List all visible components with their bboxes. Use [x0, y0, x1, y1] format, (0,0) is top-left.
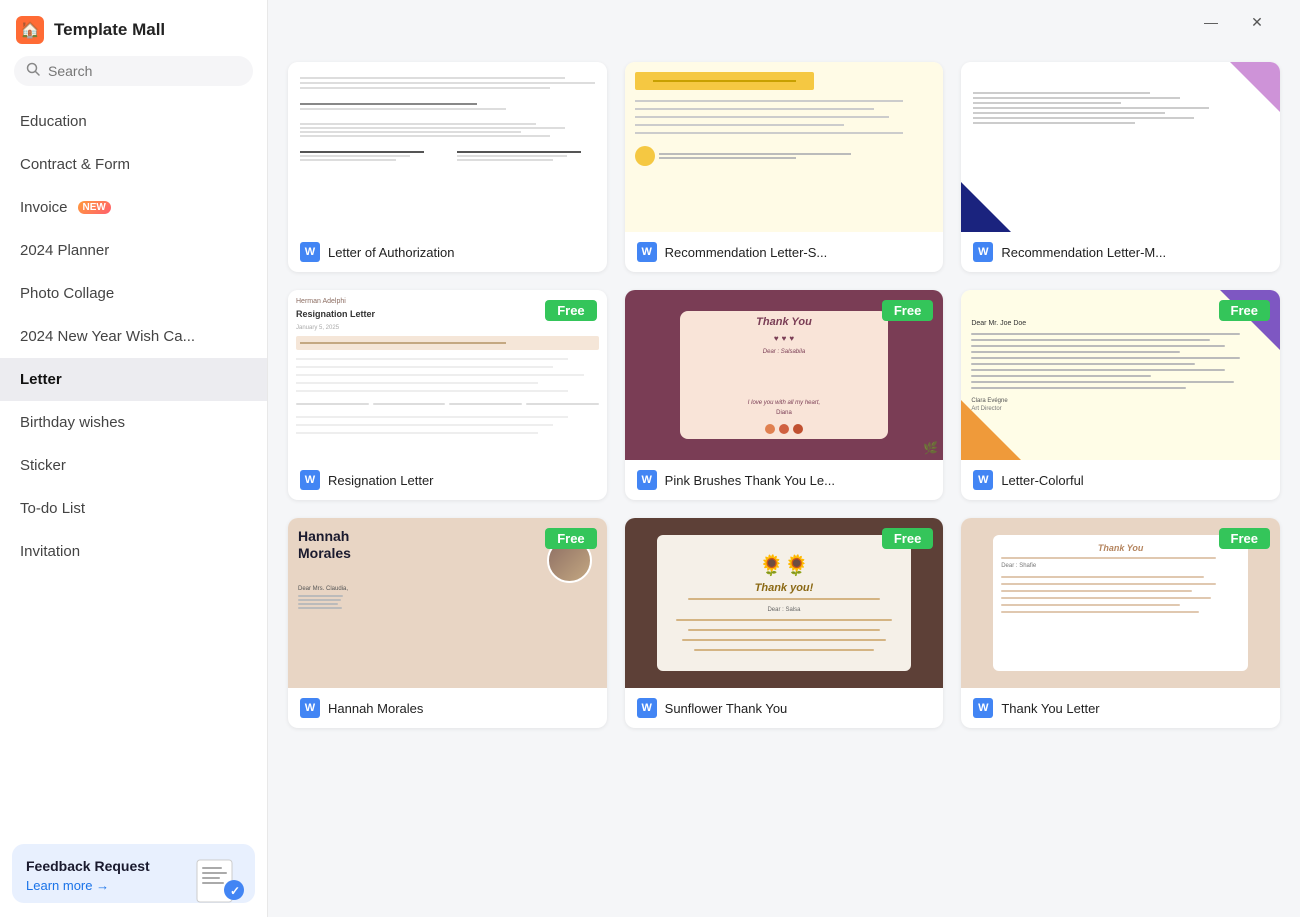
nav-label-invitation: Invitation — [20, 543, 80, 560]
nav-label-birthday-wishes: Birthday wishes — [20, 414, 125, 431]
sidebar-item-education[interactable]: Education — [0, 100, 267, 143]
nav-label-education: Education — [20, 113, 87, 130]
doc-icon: W — [637, 470, 657, 490]
free-badge-pink-ty: Free — [882, 300, 933, 321]
card-footer-hannah: W Hannah Morales — [288, 688, 607, 728]
nav-list: Education Contract & Form Invoice NEW 20… — [0, 96, 267, 834]
feedback-banner: Feedback Request Learn more → ✓ — [12, 844, 255, 903]
card-name-letter-auth: Letter of Authorization — [328, 245, 454, 260]
template-preview-pink-ty: Thank You ♥ ♥ ♥ Dear : Salsabila — [625, 290, 944, 460]
app-logo-icon: 🏠 — [16, 16, 44, 44]
card-name-pink-ty: Pink Brushes Thank You Le... — [665, 473, 835, 488]
doc-icon: W — [637, 698, 657, 718]
card-name-resignation: Resignation Letter — [328, 473, 434, 488]
card-name-sunflower: Sunflower Thank You — [665, 701, 788, 716]
sidebar-item-invitation[interactable]: Invitation — [0, 530, 267, 573]
template-preview-sunflower: 🌻🌻 Thank you! Dear : Salsa Free — [625, 518, 944, 688]
app-header: 🏠 Template Mall — [0, 0, 267, 56]
template-card-letter-auth[interactable]: W Letter of Authorization — [288, 62, 607, 272]
sidebar-item-to-do-list[interactable]: To-do List — [0, 487, 267, 530]
sidebar-item-letter[interactable]: Letter — [0, 358, 267, 401]
doc-icon: W — [300, 470, 320, 490]
template-card-rec-s[interactable]: W Recommendation Letter-S... — [625, 62, 944, 272]
template-preview-hannah: HannahMorales Dear Mrs. Claudia, — [288, 518, 607, 688]
card-footer-letter-auth: W Letter of Authorization — [288, 232, 607, 272]
card-name-rec-s: Recommendation Letter-S... — [665, 245, 828, 260]
card-name-ty3: Thank You Letter — [1001, 701, 1099, 716]
search-bar[interactable] — [14, 56, 253, 86]
search-input[interactable] — [48, 63, 241, 79]
card-name-rec-m: Recommendation Letter-M... — [1001, 245, 1166, 260]
ty-title: Thank You — [756, 316, 812, 328]
sidebar: 🏠 Template Mall Education Contract & For… — [0, 0, 268, 917]
card-footer-rec-m: W Recommendation Letter-M... — [961, 232, 1280, 272]
card-footer-ty3: W Thank You Letter — [961, 688, 1280, 728]
card-footer-rec-s: W Recommendation Letter-S... — [625, 232, 944, 272]
minimize-button[interactable]: — — [1188, 6, 1234, 38]
card-footer-pink-ty: W Pink Brushes Thank You Le... — [625, 460, 944, 500]
template-card-colorful[interactable]: Dear Mr. Joe Doe Clara Evégne Art Direct… — [961, 290, 1280, 500]
template-preview-letter-auth — [288, 62, 607, 232]
nav-label-invoice: Invoice — [20, 199, 68, 216]
nav-label-2024-planner: 2024 Planner — [20, 242, 109, 259]
free-badge-hannah: Free — [545, 528, 596, 549]
app-title: Template Mall — [54, 20, 165, 40]
template-preview-rec-s — [625, 62, 944, 232]
close-button[interactable]: ✕ — [1234, 6, 1280, 38]
template-card-sunflower[interactable]: 🌻🌻 Thank you! Dear : Salsa Free W Sunflo… — [625, 518, 944, 728]
template-preview-colorful: Dear Mr. Joe Doe Clara Evégne Art Direct… — [961, 290, 1280, 460]
sidebar-item-invoice[interactable]: Invoice NEW — [0, 186, 267, 229]
template-preview-ty3: Thank You Dear : Shafie Free — [961, 518, 1280, 688]
doc-icon: W — [973, 470, 993, 490]
nav-label-letter: Letter — [20, 371, 62, 388]
nav-label-photo-collage: Photo Collage — [20, 285, 114, 302]
card-name-colorful: Letter-Colorful — [1001, 473, 1083, 488]
free-badge-sunflower: Free — [882, 528, 933, 549]
doc-icon: W — [300, 698, 320, 718]
nav-label-2024-new-year: 2024 New Year Wish Ca... — [20, 328, 195, 345]
card-name-hannah: Hannah Morales — [328, 701, 423, 716]
card-footer-sunflower: W Sunflower Thank You — [625, 688, 944, 728]
sidebar-item-contract-form[interactable]: Contract & Form — [0, 143, 267, 186]
sidebar-item-2024-new-year[interactable]: 2024 New Year Wish Ca... — [0, 315, 267, 358]
free-badge-ty3: Free — [1219, 528, 1270, 549]
survey-illustration: ✓ — [192, 852, 247, 903]
sidebar-item-2024-planner[interactable]: 2024 Planner — [0, 229, 267, 272]
nav-label-to-do-list: To-do List — [20, 500, 85, 517]
main-content: — ✕ — [268, 0, 1300, 917]
template-card-ty3[interactable]: Thank You Dear : Shafie Free W Thank Yo — [961, 518, 1280, 728]
doc-icon: W — [973, 698, 993, 718]
template-card-rec-m[interactable]: W Recommendation Letter-M... — [961, 62, 1280, 272]
free-badge-colorful: Free — [1219, 300, 1270, 321]
feedback-link-text: Learn more → — [26, 878, 109, 893]
doc-icon: W — [637, 242, 657, 262]
nav-label-contract-form: Contract & Form — [20, 156, 130, 173]
sidebar-item-sticker[interactable]: Sticker — [0, 444, 267, 487]
card-footer-resignation: W Resignation Letter — [288, 460, 607, 500]
sidebar-item-birthday-wishes[interactable]: Birthday wishes — [0, 401, 267, 444]
ty-card: Thank You ♥ ♥ ♥ Dear : Salsabila — [680, 311, 887, 439]
doc-icon: W — [300, 242, 320, 262]
doc-icon: W — [973, 242, 993, 262]
template-preview-resignation: Herman Adelphi Resignation Letter Januar… — [288, 290, 607, 460]
free-badge-resignation: Free — [545, 300, 596, 321]
nav-label-sticker: Sticker — [20, 457, 66, 474]
template-card-hannah[interactable]: HannahMorales Dear Mrs. Claudia, — [288, 518, 607, 728]
invoice-badge: NEW — [78, 201, 111, 214]
svg-text:✓: ✓ — [230, 884, 240, 898]
sidebar-item-photo-collage[interactable]: Photo Collage — [0, 272, 267, 315]
card-footer-colorful: W Letter-Colorful — [961, 460, 1280, 500]
search-icon — [26, 62, 40, 80]
template-card-pink-ty[interactable]: Thank You ♥ ♥ ♥ Dear : Salsabila — [625, 290, 944, 500]
template-preview-rec-m — [961, 62, 1280, 232]
template-grid: W Letter of Authorization — [288, 42, 1280, 728]
template-card-resignation[interactable]: Herman Adelphi Resignation Letter Januar… — [288, 290, 607, 500]
